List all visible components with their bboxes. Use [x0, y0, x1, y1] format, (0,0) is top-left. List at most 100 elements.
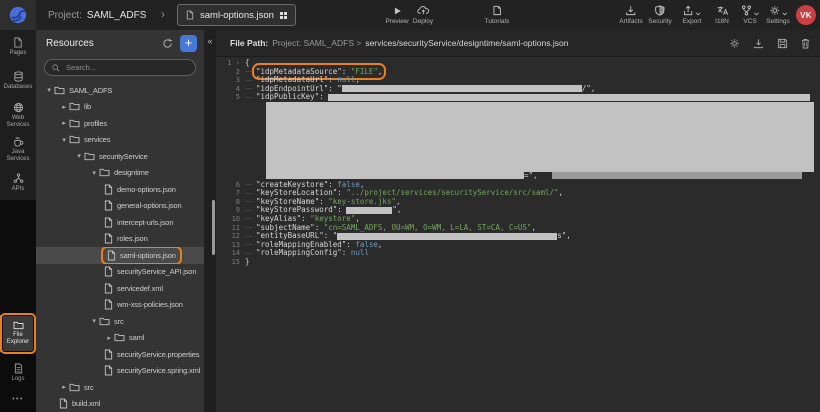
chevron-right-icon[interactable]: ▸ — [59, 103, 69, 111]
chevron-down-icon[interactable]: ▾ — [89, 169, 99, 177]
translate-icon — [716, 5, 728, 16]
action-security[interactable]: Security — [648, 4, 671, 25]
tree-item-roles.json[interactable]: roles.json — [36, 231, 204, 248]
file-icon — [104, 365, 113, 376]
rail-item-label: File Explorer — [3, 332, 33, 346]
code-token: { — [245, 58, 250, 67]
tree-item-label: saml — [129, 333, 144, 342]
action-label: Tutorials — [485, 18, 510, 25]
rail-item-apis[interactable]: APIs — [0, 166, 36, 200]
indent-guide — [245, 241, 256, 250]
folder-icon — [99, 317, 110, 326]
chevron-down-icon[interactable]: ▾ — [74, 152, 84, 160]
code-token: "idpPublicKey": — [256, 92, 328, 101]
app-window: Project: SAML_ADFS › saml-options.json P… — [0, 0, 820, 412]
indent-guide — [245, 181, 256, 190]
code-line: 15} — [216, 258, 820, 267]
action-export[interactable]: Export — [683, 4, 702, 25]
tree-item-lib[interactable]: ▸ lib — [36, 99, 204, 116]
action-deploy[interactable]: Deploy — [413, 4, 433, 25]
chevron-down-icon[interactable]: ▾ — [89, 317, 99, 325]
tree-item-wm-xss-policies.json[interactable]: wm-xss-policies.json — [36, 297, 204, 314]
action-settings[interactable]: Settings — [766, 4, 790, 25]
action-preview[interactable]: Preview — [385, 4, 408, 25]
folder-icon — [69, 102, 80, 111]
tree-item-general-options.json[interactable]: general-options.json — [36, 198, 204, 215]
chevron-right-icon[interactable]: ▸ — [104, 334, 114, 342]
tree-item-src[interactable]: ▸src — [36, 379, 204, 396]
chevron-down-icon[interactable]: ▾ — [59, 136, 69, 144]
tree-item-saml_adfs[interactable]: ▾SAML_ADFS — [36, 82, 204, 99]
tree-item-intercept-urls.json[interactable]: intercept-urls.json — [36, 214, 204, 231]
rail-item-logs[interactable]: Logs — [3, 358, 33, 388]
breadcrumb-chevron-icon[interactable]: › — [161, 7, 165, 21]
grid-icon[interactable] — [280, 12, 287, 19]
cloud-upload-icon — [416, 5, 429, 16]
tree-item-label: wm-xss-policies.json — [117, 300, 183, 309]
action-tutorials[interactable]: Tutorials — [485, 4, 510, 25]
rail-item-java-services[interactable]: Java Services — [0, 132, 36, 166]
tree-item-servicedef.xml[interactable]: servicedef.xml — [36, 280, 204, 297]
tree-item-label: lib — [84, 102, 91, 111]
left-rail: PagesDatabasesWeb ServicesJava ServicesA… — [0, 30, 36, 412]
database-icon — [13, 71, 24, 82]
resources-header: Resources + — [36, 30, 204, 56]
rail-item-pages[interactable]: Pages — [0, 30, 36, 64]
save-icon[interactable] — [777, 38, 788, 49]
line-number: 4 — [216, 85, 245, 94]
indent-guide — [245, 198, 256, 207]
chevron-right-icon[interactable]: ▸ — [59, 383, 69, 391]
code-editor[interactable]: 1 -{2"idpMetadataSource": "FILE",3"idpMe… — [216, 56, 820, 412]
brand-logo-icon[interactable] — [0, 0, 36, 30]
action-i18n[interactable]: I18N — [715, 4, 729, 25]
tree-item-securityservice[interactable]: ▾securityService — [36, 148, 204, 165]
refresh-icon[interactable] — [162, 38, 173, 49]
indent-guide — [245, 68, 256, 77]
chevron-right-icon[interactable]: ▸ — [59, 119, 69, 127]
action-label: Settings — [766, 18, 790, 25]
action-vcs[interactable]: VCS — [741, 4, 759, 25]
tree-item-build.xml[interactable]: build.xml — [36, 396, 204, 412]
download-icon[interactable] — [753, 38, 764, 49]
user-avatar[interactable]: VK — [796, 5, 816, 25]
code-token: =", — [524, 171, 538, 180]
tree-item-securityservice.spring.xml[interactable]: securityService.spring.xml — [36, 363, 204, 380]
file-path-value: services/securityService/designtime/saml… — [365, 38, 568, 48]
line-number: 6 — [216, 181, 245, 190]
code-token: , — [531, 223, 536, 232]
tree-item-designtime[interactable]: ▾designtime — [36, 165, 204, 182]
tree-item-demo-options.json[interactable]: demo-options.json — [36, 181, 204, 198]
shield-icon — [654, 5, 665, 16]
caret-down-icon — [782, 12, 787, 16]
rail-item-file-explorer[interactable]: File Explorer — [3, 316, 33, 351]
tree-item-inner: general-options.json — [104, 200, 182, 211]
action-artifacts[interactable]: Artifacts — [619, 4, 642, 25]
code-token: , — [378, 240, 383, 249]
tree-item-inner: roles.json — [104, 233, 148, 244]
more-options-button[interactable]: ••• — [0, 396, 36, 403]
line-number: 8 — [216, 198, 245, 207]
gear-icon[interactable] — [729, 38, 740, 49]
trash-icon[interactable] — [801, 38, 810, 49]
rail-item-databases[interactable]: Databases — [0, 64, 36, 98]
tree-item-securityservice.properties[interactable]: securityService.properties — [36, 346, 204, 363]
tree-item-securityservice_api.json[interactable]: securityService_API.json — [36, 264, 204, 281]
file-path-label: File Path: — [230, 38, 268, 48]
line-number: 7 — [216, 189, 245, 198]
tree-item-saml[interactable]: ▸ saml — [36, 330, 204, 347]
fold-marker-icon[interactable]: - — [232, 59, 240, 67]
chevron-down-icon[interactable]: ▾ — [44, 86, 54, 94]
caret-down-icon — [696, 12, 701, 16]
tree-item-profiles[interactable]: ▸ profiles — [36, 115, 204, 132]
open-file-tab[interactable]: saml-options.json — [177, 4, 296, 26]
project-name[interactable]: SAML_ADFS — [87, 10, 146, 21]
search-input[interactable] — [64, 62, 188, 73]
rail-item-web-services[interactable]: Web Services — [0, 98, 36, 132]
add-resource-button[interactable]: + — [180, 35, 197, 52]
tree-item-services[interactable]: ▾services — [36, 132, 204, 149]
collapse-panel-icon[interactable]: « — [204, 36, 216, 46]
tree-item-label: profiles — [84, 119, 107, 128]
tree-item-saml-options.json[interactable]: saml-options.json — [36, 247, 204, 264]
tree-item-src[interactable]: ▾src — [36, 313, 204, 330]
tree-scrollbar-thumb[interactable] — [212, 200, 215, 255]
